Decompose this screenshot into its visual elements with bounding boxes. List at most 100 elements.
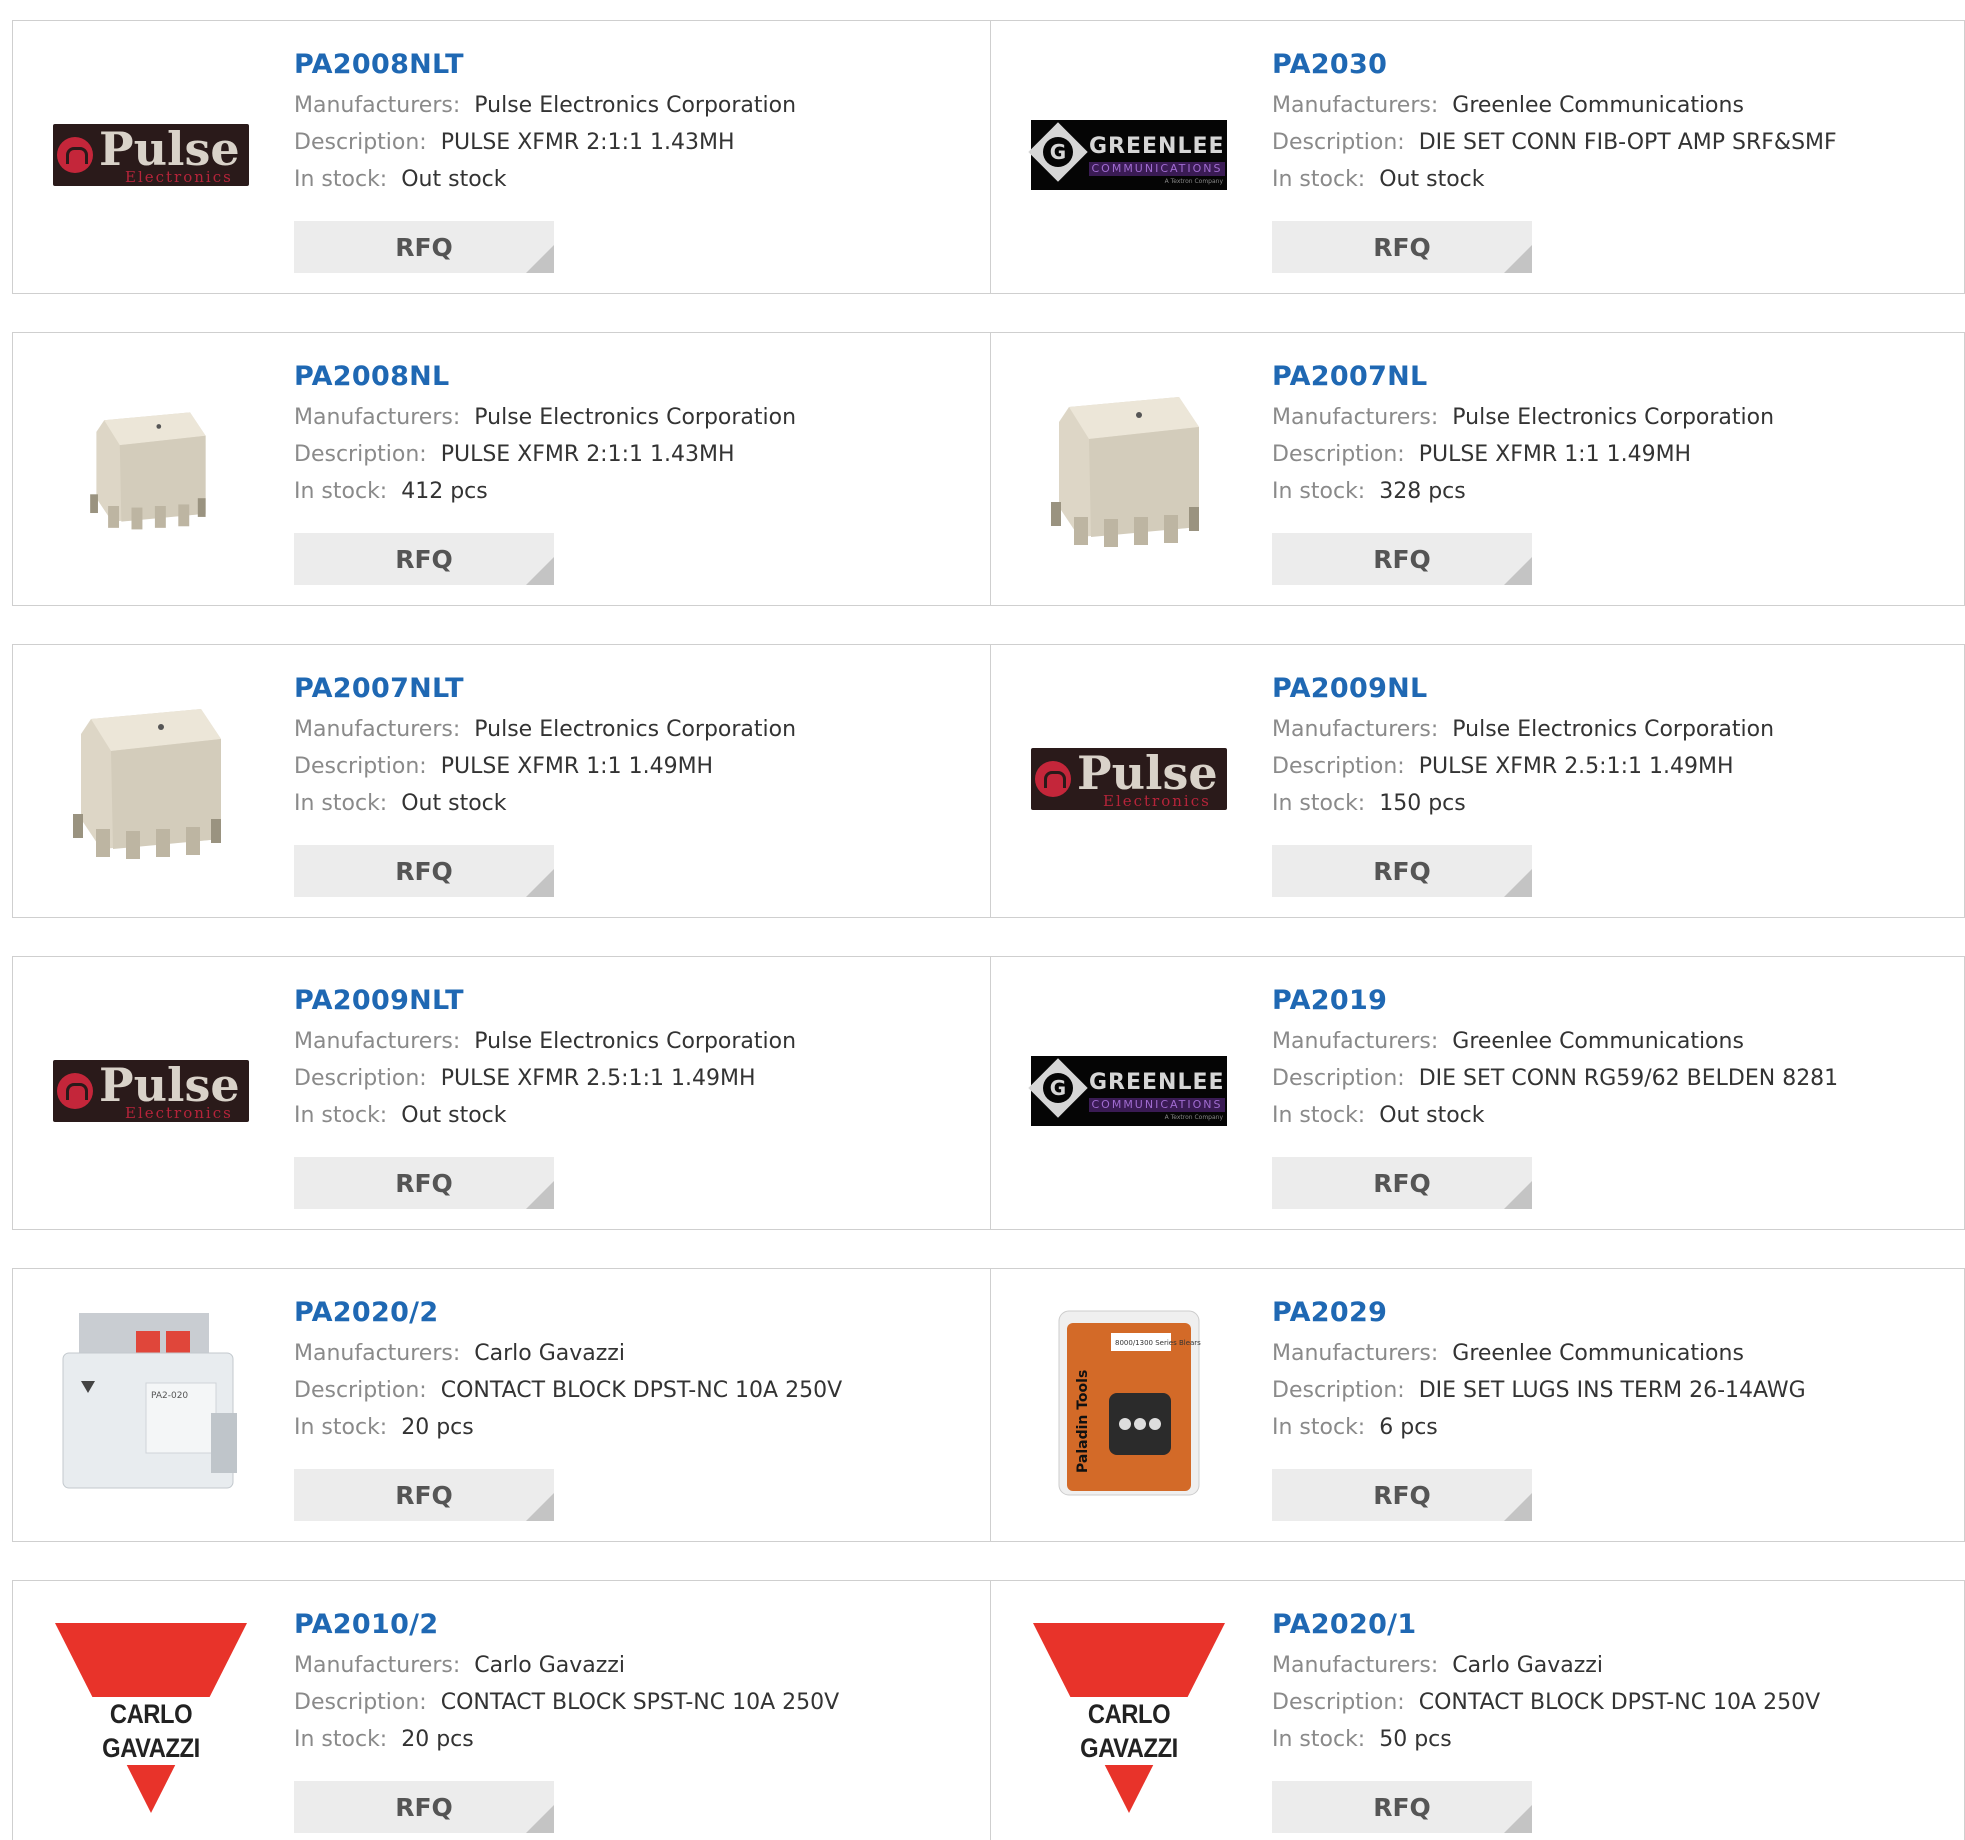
rfq-button[interactable]: RFQ [294,1469,554,1521]
description-label: Description: [1272,754,1405,779]
product-image[interactable]: Pulse Electronics [51,991,251,1191]
manufacturer-label: Manufacturers: [1272,93,1439,118]
rfq-button[interactable]: RFQ [1272,1469,1532,1521]
description-line: Description: PULSE XFMR 1:1 1.49MH [1272,442,1774,467]
manufacturer-label: Manufacturers: [294,1653,461,1678]
part-number-link[interactable]: PA2007NL [1272,361,1774,392]
manufacturer-value: Greenlee Communications [1452,1341,1744,1366]
stock-value: Out stock [1379,1103,1485,1128]
product-image[interactable] [51,679,251,879]
rfq-button[interactable]: RFQ [294,845,554,897]
stock-label: In stock: [294,1103,388,1128]
product-info: PA2007NLT Manufacturers: Pulse Electronic… [294,673,796,816]
stock-line: In stock: 412 pcs [294,479,796,504]
product-image[interactable] [51,367,251,567]
stock-line: In stock: 20 pcs [294,1727,839,1752]
transformer-image [73,709,221,859]
manufacturer-value: Carlo Gavazzi [474,1653,625,1678]
manufacturer-value: Pulse Electronics Corporation [474,93,797,118]
stock-label: In stock: [1272,1727,1366,1752]
description-value: CONTACT BLOCK DPST-NC 10A 250V [1418,1690,1821,1715]
rfq-label: RFQ [395,232,453,262]
part-number-link[interactable]: PA2029 [1272,1297,1806,1328]
product-row: Pulse Electronics PA2009NLT Manufacturers… [12,956,1965,1230]
rfq-button[interactable]: RFQ [294,1157,554,1209]
corner-triangle-icon [1504,1805,1532,1833]
part-number-link[interactable]: PA2007NLT [294,673,796,704]
product-image[interactable]: G GREENLEE COMMUNICATIONS A Textron Company [1028,991,1229,1191]
description-label: Description: [294,1690,427,1715]
stock-value: Out stock [401,167,507,192]
manufacturer-value: Pulse Electronics Corporation [1452,717,1775,742]
stock-value: 150 pcs [1379,791,1466,816]
stock-label: In stock: [1272,479,1366,504]
rfq-button[interactable]: RFQ [294,533,554,585]
rfq-label: RFQ [1373,232,1431,262]
pulse-logo: Pulse Electronics [53,124,249,186]
stock-value: Out stock [401,791,507,816]
stock-label: In stock: [294,791,388,816]
product-info: PA2008NLT Manufacturers: Pulse Electronic… [294,49,797,192]
description-value: DIE SET LUGS INS TERM 26-14AWG [1418,1378,1806,1403]
carlo-gavazzi-logo: CARLO GAVAZZI [1031,1615,1227,1815]
description-line: Description: CONTACT BLOCK DPST-NC 10A 25… [1272,1690,1821,1715]
product-card: 8000/1300 Series Blears Paladin Tools PA… [990,1269,1965,1541]
product-image[interactable]: CARLO GAVAZZI [51,1615,251,1815]
part-number-link[interactable]: PA2020/2 [294,1297,842,1328]
stock-label: In stock: [1272,1103,1366,1128]
stock-line: In stock: 328 pcs [1272,479,1774,504]
description-value: CONTACT BLOCK DPST-NC 10A 250V [440,1378,843,1403]
description-line: Description: DIE SET CONN FIB-OPT AMP SRF… [1272,130,1837,155]
rfq-label: RFQ [395,856,453,886]
rfq-button[interactable]: RFQ [1272,845,1532,897]
description-label: Description: [1272,130,1405,155]
stock-value: 6 pcs [1379,1415,1438,1440]
part-number-link[interactable]: PA2030 [1272,49,1837,80]
product-image[interactable]: PA2-020 [51,1303,251,1503]
description-line: Description: DIE SET CONN RG59/62 BELDEN … [1272,1066,1838,1091]
corner-triangle-icon [526,869,554,897]
product-info: PA2010/2 Manufacturers: Carlo Gavazzi Des… [294,1609,839,1752]
corner-triangle-icon [1504,1493,1532,1521]
part-number-link[interactable]: PA2009NL [1272,673,1774,704]
rfq-button[interactable]: RFQ [1272,1781,1532,1833]
product-image[interactable]: G GREENLEE COMMUNICATIONS A Textron Company [1028,55,1229,255]
product-row: PA2008NL Manufacturers: Pulse Electronics… [12,332,1965,606]
manufacturer-line: Manufacturers: Pulse Electronics Corporat… [294,717,796,742]
rfq-button[interactable]: RFQ [294,221,554,273]
manufacturer-line: Manufacturers: Carlo Gavazzi [1272,1653,1820,1678]
description-line: Description: PULSE XFMR 2:1:1 1.43MH [294,130,796,155]
product-image[interactable]: CARLO GAVAZZI [1029,1615,1229,1815]
corner-triangle-icon [1504,869,1532,897]
description-line: Description: CONTACT BLOCK SPST-NC 10A 25… [294,1690,839,1715]
description-label: Description: [1272,1378,1405,1403]
part-number-link[interactable]: PA2020/1 [1272,1609,1820,1640]
part-number-link[interactable]: PA2008NLT [294,49,796,80]
manufacturer-value: Carlo Gavazzi [474,1341,625,1366]
product-card: CARLO GAVAZZI PA2020/1 Manufacturers: Car… [990,1581,1965,1840]
rfq-button[interactable]: RFQ [1272,221,1532,273]
part-number-link[interactable]: PA2019 [1272,985,1838,1016]
product-info: PA2008NL Manufacturers: Pulse Electronics… [294,361,796,504]
description-value: PULSE XFMR 1:1 1.49MH [440,754,714,779]
rfq-button[interactable]: RFQ [1272,533,1532,585]
product-image[interactable] [1029,367,1229,567]
part-number-link[interactable]: PA2009NLT [294,985,796,1016]
product-card: G GREENLEE COMMUNICATIONS A Textron Company… [990,21,1965,293]
product-image[interactable]: Pulse Electronics [51,55,251,255]
product-image[interactable]: Pulse Electronics [1029,679,1229,879]
rfq-button[interactable]: RFQ [294,1781,554,1833]
part-number-link[interactable]: PA2008NL [294,361,796,392]
manufacturer-line: Manufacturers: Pulse Electronics Corporat… [1272,717,1775,742]
product-info: PA2019 Manufacturers: Greenlee Communicat… [1272,985,1838,1128]
rfq-button[interactable]: RFQ [1272,1157,1532,1209]
product-image[interactable]: 8000/1300 Series Blears Paladin Tools [1029,1303,1229,1503]
transformer-image [90,412,206,530]
description-line: Description: PULSE XFMR 2:1:1 1.43MH [294,442,796,467]
product-row: PA2-020 PA2020/2 Manufacturers: Carlo Gav… [12,1268,1965,1542]
part-number-link[interactable]: PA2010/2 [294,1609,839,1640]
product-card: PA2-020 PA2020/2 Manufacturers: Carlo Gav… [13,1269,990,1541]
transformer-image [1051,397,1199,547]
description-line: Description: PULSE XFMR 1:1 1.49MH [294,754,796,779]
stock-line: In stock: 20 pcs [294,1415,842,1440]
